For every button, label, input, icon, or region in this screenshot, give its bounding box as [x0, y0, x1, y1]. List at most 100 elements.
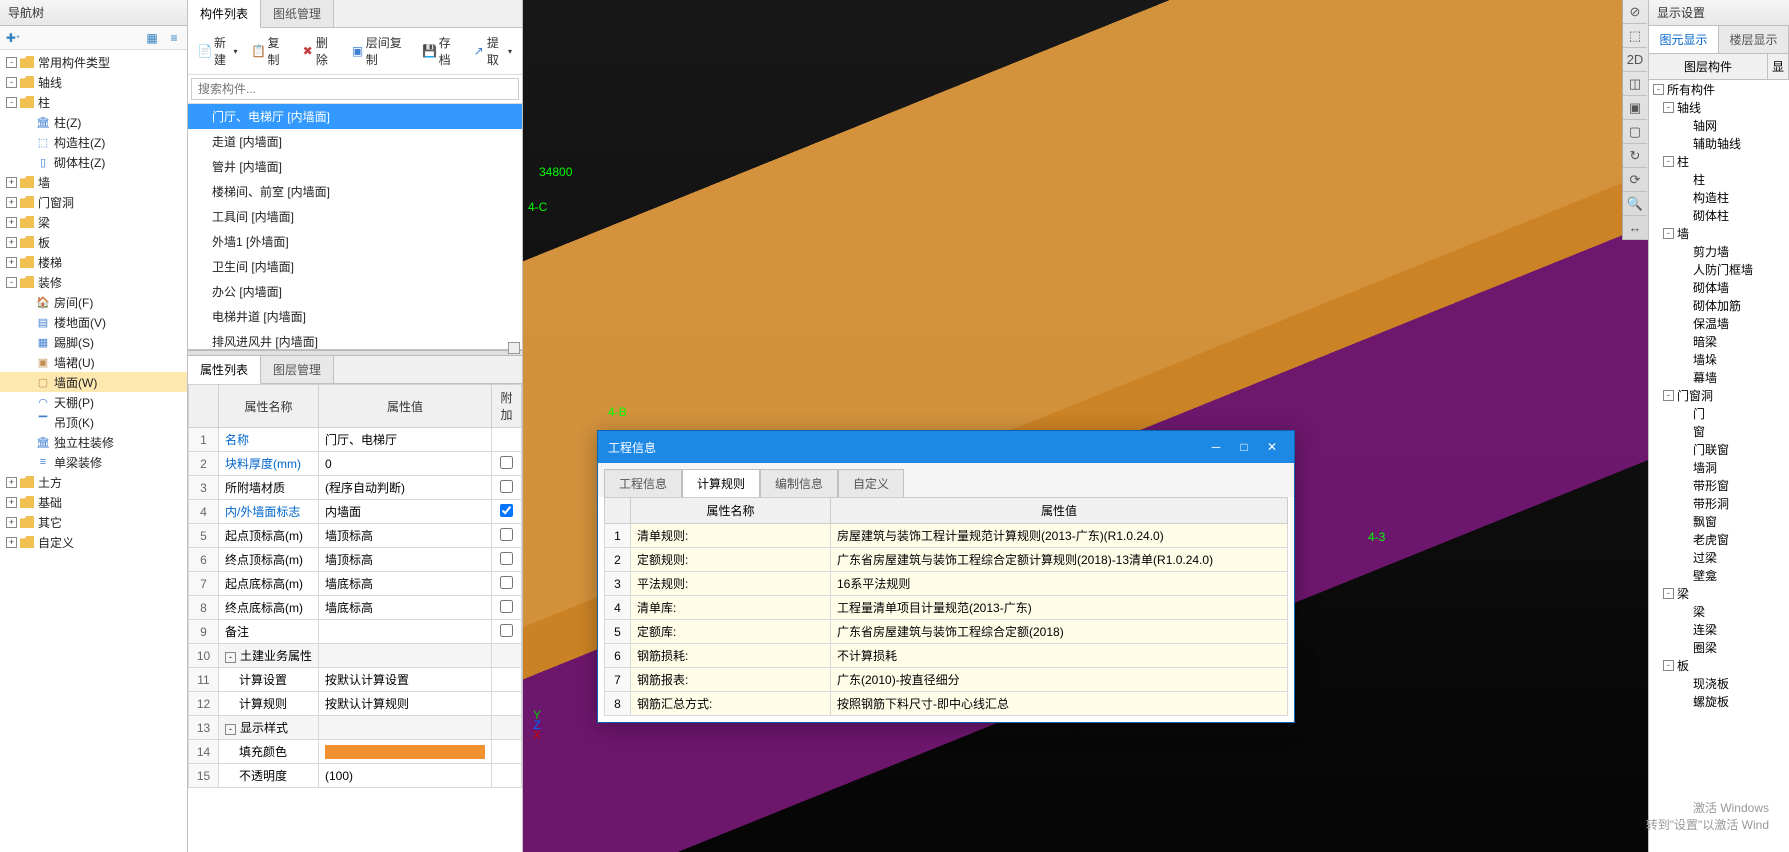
expander-icon[interactable]: -: [1663, 228, 1674, 239]
nav-tree-item[interactable]: 🏠房间(F): [0, 292, 187, 312]
display-tree-item[interactable]: 墙洞: [1649, 458, 1789, 476]
property-row[interactable]: 1名称门厅、电梯厅: [189, 428, 522, 452]
display-tree-item[interactable]: 过梁: [1649, 548, 1789, 566]
component-list-item[interactable]: 门厅、电梯厅 [内墙面]: [188, 104, 522, 129]
toolbar-层间复制-button[interactable]: ▣层间复制: [345, 31, 414, 71]
property-row[interactable]: 10-土建业务属性: [189, 644, 522, 668]
nav-tree-item[interactable]: +板: [0, 232, 187, 252]
expander-icon[interactable]: +: [6, 217, 17, 228]
display-tree-item[interactable]: 门: [1649, 404, 1789, 422]
expander-icon[interactable]: -: [6, 277, 17, 288]
dialog-maximize-button[interactable]: □: [1232, 437, 1256, 457]
expander-icon[interactable]: +: [6, 177, 17, 188]
viewport-tool-button[interactable]: ↔: [1623, 216, 1647, 240]
toolbar-新建-button[interactable]: 📄新建 ▾: [192, 31, 243, 71]
viewport-tool-button[interactable]: ◫: [1623, 72, 1647, 96]
property-checkbox[interactable]: [500, 480, 513, 493]
display-tree-item[interactable]: 构造柱: [1649, 188, 1789, 206]
nav-tree-item[interactable]: +基础: [0, 492, 187, 512]
nav-tree-item[interactable]: +楼梯: [0, 252, 187, 272]
dialog-row[interactable]: 8钢筋汇总方式:按照钢筋下料尺寸-即中心线汇总: [605, 692, 1288, 716]
component-list-item[interactable]: 工具间 [内墙面]: [188, 204, 522, 229]
nav-tool-list-icon[interactable]: ≡: [164, 28, 184, 48]
nav-tree-item[interactable]: ◠天棚(P): [0, 392, 187, 412]
nav-tree-item[interactable]: ▯砌体柱(Z): [0, 152, 187, 172]
nav-tree-item[interactable]: -柱: [0, 92, 187, 112]
expander-icon[interactable]: -: [6, 97, 17, 108]
expander-icon[interactable]: -: [6, 77, 17, 88]
toolbar-存档-button[interactable]: 💾存档: [417, 31, 465, 71]
dialog-tab[interactable]: 工程信息: [604, 469, 682, 497]
display-tree-item[interactable]: 螺旋板: [1649, 692, 1789, 710]
property-value[interactable]: 墙底标高: [319, 572, 492, 596]
property-row[interactable]: 11计算设置按默认计算设置: [189, 668, 522, 692]
display-tree-item[interactable]: 轴网: [1649, 116, 1789, 134]
toolbar-提取-button[interactable]: ↗提取 ▾: [467, 31, 518, 71]
expander-icon[interactable]: +: [6, 257, 17, 268]
dialog-tab[interactable]: 自定义: [838, 469, 904, 497]
property-checkbox[interactable]: [500, 552, 513, 565]
property-value[interactable]: 按默认计算规则: [319, 692, 492, 716]
display-tree-item[interactable]: 门联窗: [1649, 440, 1789, 458]
right-panel-tab[interactable]: 楼层显示: [1719, 26, 1789, 53]
viewport-tool-button[interactable]: ▣: [1623, 96, 1647, 120]
display-tree-item[interactable]: 暗梁: [1649, 332, 1789, 350]
display-tree-item[interactable]: -门窗洞: [1649, 386, 1789, 404]
dialog-row[interactable]: 6钢筋损耗:不计算损耗: [605, 644, 1288, 668]
viewport-tool-button[interactable]: 2D: [1623, 48, 1647, 72]
component-list-item[interactable]: 卫生间 [内墙面]: [188, 254, 522, 279]
display-tree-item[interactable]: 飘窗: [1649, 512, 1789, 530]
display-tree-item[interactable]: 带形窗: [1649, 476, 1789, 494]
dialog-row[interactable]: 3平法规则:16系平法规则: [605, 572, 1288, 596]
dialog-tab[interactable]: 计算规则: [682, 469, 760, 497]
display-tree-item[interactable]: -轴线: [1649, 98, 1789, 116]
property-checkbox[interactable]: [500, 624, 513, 637]
expander-icon[interactable]: -: [1663, 588, 1674, 599]
property-row[interactable]: 7起点底标高(m)墙底标高: [189, 572, 522, 596]
property-value[interactable]: 墙顶标高: [319, 548, 492, 572]
display-tree-item[interactable]: 柱: [1649, 170, 1789, 188]
display-tree-item[interactable]: 剪力墙: [1649, 242, 1789, 260]
expander-icon[interactable]: +: [6, 237, 17, 248]
property-value[interactable]: [319, 740, 492, 764]
property-row[interactable]: 9备注: [189, 620, 522, 644]
property-row[interactable]: 4内/外墙面标志内墙面: [189, 500, 522, 524]
3d-viewport[interactable]: 348004-C4-B4-3 Y Z X ⊘⬚2D◫▣▢↻⟳🔍↔ 工程信息 ─ …: [523, 0, 1648, 852]
display-tree-item[interactable]: 砌体墙: [1649, 278, 1789, 296]
component-tab[interactable]: 图纸管理: [261, 0, 334, 27]
property-row[interactable]: 15不透明度(100): [189, 764, 522, 788]
property-value[interactable]: [319, 644, 492, 668]
resize-bar[interactable]: [188, 350, 522, 356]
property-tab[interactable]: 属性列表: [188, 356, 261, 384]
expand-icon[interactable]: -: [225, 724, 236, 735]
component-list-item[interactable]: 排风进风井 [内墙面]: [188, 329, 522, 349]
display-tree-item[interactable]: 连梁: [1649, 620, 1789, 638]
toolbar-删除-button[interactable]: ✖删除: [295, 31, 343, 71]
expander-icon[interactable]: +: [6, 197, 17, 208]
property-row[interactable]: 5起点顶标高(m)墙顶标高: [189, 524, 522, 548]
property-value[interactable]: 墙顶标高: [319, 524, 492, 548]
nav-tree-item[interactable]: -装修: [0, 272, 187, 292]
property-value[interactable]: (程序自动判断): [319, 476, 492, 500]
viewport-tool-button[interactable]: ▢: [1623, 120, 1647, 144]
nav-tree-item[interactable]: +土方: [0, 472, 187, 492]
display-tree-item[interactable]: 现浇板: [1649, 674, 1789, 692]
display-tree-item[interactable]: 保温墙: [1649, 314, 1789, 332]
property-value[interactable]: 0: [319, 452, 492, 476]
display-tree-item[interactable]: 辅助轴线: [1649, 134, 1789, 152]
dialog-minimize-button[interactable]: ─: [1204, 437, 1228, 457]
display-tree-item[interactable]: -柱: [1649, 152, 1789, 170]
dialog-row[interactable]: 1清单规则:房屋建筑与装饰工程计量规范计算规则(2013-广东)(R1.0.24…: [605, 524, 1288, 548]
display-tree-item[interactable]: 砌体柱: [1649, 206, 1789, 224]
property-row[interactable]: 6终点顶标高(m)墙顶标高: [189, 548, 522, 572]
expander-icon[interactable]: -: [1663, 102, 1674, 113]
property-checkbox[interactable]: [500, 600, 513, 613]
nav-tree-item[interactable]: ≡单梁装修: [0, 452, 187, 472]
nav-tree-item[interactable]: ▢墙面(W): [0, 372, 187, 392]
nav-tree-item[interactable]: ▣墙裙(U): [0, 352, 187, 372]
property-row[interactable]: 14填充颜色: [189, 740, 522, 764]
toolbar-复制-button[interactable]: 📋复制: [245, 31, 293, 71]
nav-tree-item[interactable]: +自定义: [0, 532, 187, 552]
nav-tree-item[interactable]: 🏛独立柱装修: [0, 432, 187, 452]
nav-tree-item[interactable]: ▤楼地面(V): [0, 312, 187, 332]
